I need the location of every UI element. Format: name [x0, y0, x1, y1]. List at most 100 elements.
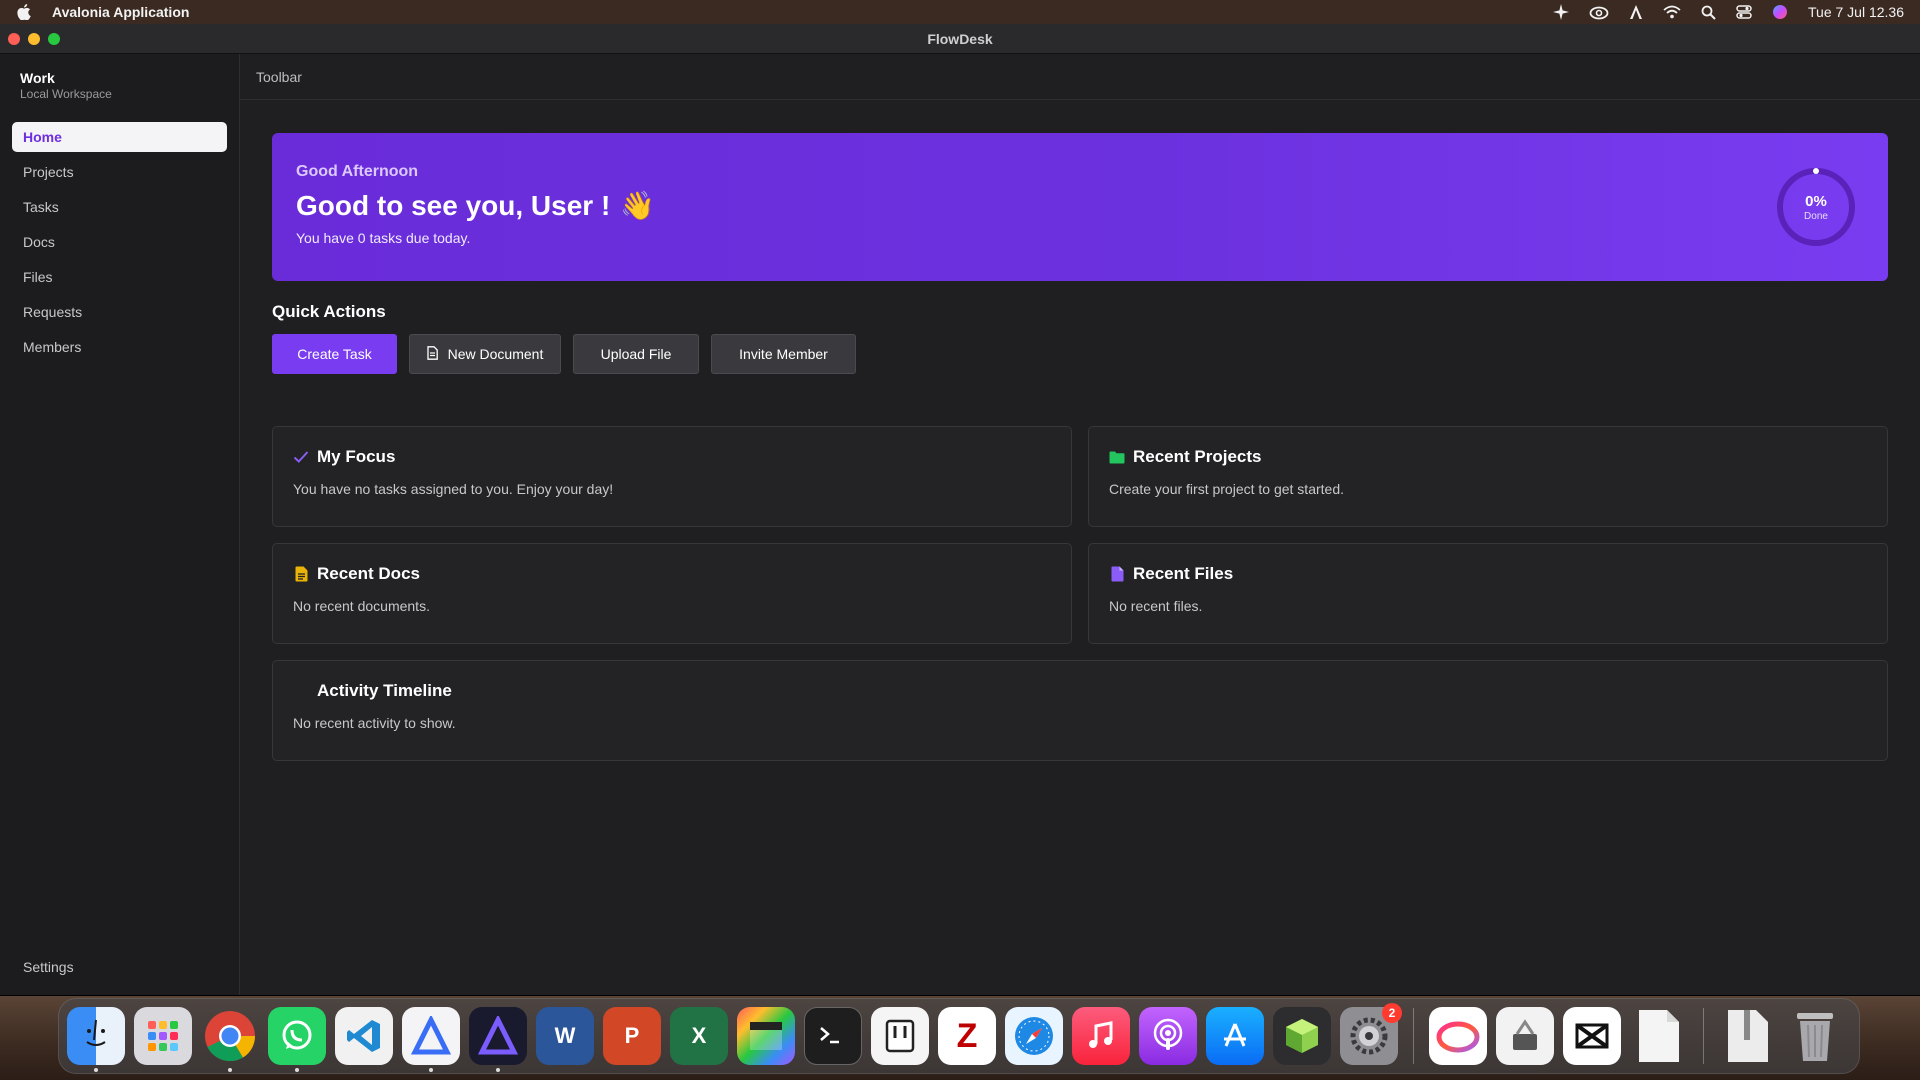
activity-timeline-title: Activity Timeline: [317, 681, 452, 700]
chrome-icon[interactable]: [201, 1007, 259, 1072]
word-icon[interactable]: W: [536, 1007, 594, 1065]
3d-box-icon[interactable]: [1273, 1007, 1331, 1065]
running-indicator: [496, 1068, 500, 1072]
my-focus-title: My Focus: [317, 447, 396, 466]
recent-files-text: No recent files.: [1109, 598, 1203, 614]
sidebar: Work Local Workspace Home Projects Tasks…: [0, 54, 240, 995]
sidebar-item-members[interactable]: Members: [12, 332, 227, 362]
filezilla-icon[interactable]: Z: [938, 1007, 996, 1065]
finder-icon[interactable]: [67, 1007, 125, 1072]
search-icon[interactable]: [1701, 5, 1716, 20]
document-icon: [426, 345, 438, 363]
running-indicator: [228, 1068, 232, 1072]
progress-ring: 0% Done: [1776, 167, 1856, 247]
podcasts-icon[interactable]: [1139, 1007, 1197, 1065]
workspace-subtitle: Local Workspace: [20, 87, 112, 101]
music-icon[interactable]: [1072, 1007, 1130, 1065]
capcut-icon[interactable]: [1563, 1007, 1621, 1065]
running-indicator: [94, 1068, 98, 1072]
menu-bar-clock[interactable]: Tue 7 Jul 12.36: [1808, 4, 1904, 20]
terminal-icon[interactable]: [804, 1007, 862, 1065]
affinity-photo-icon[interactable]: [469, 1007, 527, 1072]
window-controls: [8, 33, 60, 45]
welcome-headline: Good to see you, User ! 👋: [296, 189, 1864, 222]
affinity-designer-icon[interactable]: [402, 1007, 460, 1072]
welcome-headline-text: Good to see you, User !: [296, 189, 611, 221]
window-title: FlowDesk: [927, 30, 993, 47]
create-task-button[interactable]: Create Task: [272, 334, 397, 374]
notion-icon[interactable]: [871, 1007, 929, 1065]
excel-icon[interactable]: X: [670, 1007, 728, 1065]
sidebar-item-home[interactable]: Home: [12, 122, 227, 152]
toolbar-label: Toolbar: [256, 68, 302, 85]
apple-menu-icon[interactable]: [16, 4, 32, 20]
recent-projects-text: Create your first project to get started…: [1109, 481, 1344, 497]
dock-separator: [1413, 1008, 1414, 1064]
app-store-icon[interactable]: [1206, 1007, 1264, 1065]
minimize-window-button[interactable]: [28, 33, 40, 45]
sidebar-item-projects[interactable]: Projects: [12, 157, 227, 187]
tasks-due-text: You have 0 tasks due today.: [296, 230, 471, 246]
my-focus-card: My Focus You have no tasks assigned to y…: [272, 426, 1072, 527]
creative-cloud-icon[interactable]: [1589, 4, 1609, 20]
workspace-name: Work: [20, 70, 55, 86]
dock: W P X Z 2: [58, 998, 1860, 1074]
running-indicator: [295, 1068, 299, 1072]
invite-member-label: Invite Member: [739, 346, 828, 362]
sidebar-item-settings[interactable]: Settings: [23, 959, 74, 975]
recent-projects-card: Recent Projects Create your first projec…: [1088, 426, 1888, 527]
app-menu-name[interactable]: Avalonia Application: [52, 4, 189, 20]
sidebar-item-requests[interactable]: Requests: [12, 297, 227, 327]
new-document-label: New Document: [447, 346, 544, 362]
final-cut-icon[interactable]: [737, 1007, 795, 1065]
text-cursor-icon[interactable]: [1629, 4, 1643, 20]
greeting-text: Good Afternoon: [296, 163, 419, 180]
powerpoint-icon[interactable]: P: [603, 1007, 661, 1065]
main-content: Toolbar Good Afternoon Good to see you, …: [240, 54, 1920, 995]
whatsapp-icon[interactable]: [268, 1007, 326, 1072]
sidebar-item-tasks[interactable]: Tasks: [12, 192, 227, 222]
sidebar-item-files[interactable]: Files: [12, 262, 227, 292]
menu-bar: Avalonia Application Tue 7 Jul 12.36: [0, 0, 1920, 24]
toolbar: Toolbar: [240, 54, 1920, 100]
recent-docs-card: Recent Docs No recent documents.: [272, 543, 1072, 644]
siri-icon[interactable]: [1772, 4, 1788, 20]
timeline-icon: [293, 683, 309, 699]
upload-file-button[interactable]: Upload File: [573, 334, 699, 374]
system-settings-icon[interactable]: 2: [1340, 1003, 1402, 1065]
dashboard-cards: My Focus You have no tasks assigned to y…: [272, 426, 1888, 761]
create-task-label: Create Task: [297, 346, 372, 362]
my-focus-text: You have no tasks assigned to you. Enjoy…: [293, 481, 614, 497]
doc-icon: [293, 566, 309, 582]
notification-badge: 2: [1382, 1003, 1402, 1023]
zip-archive-icon[interactable]: [1719, 1007, 1777, 1065]
upload-file-label: Upload File: [600, 346, 672, 362]
trash-icon[interactable]: [1786, 1007, 1844, 1065]
sidebar-nav: Home Projects Tasks Docs Files Requests …: [0, 122, 239, 362]
recent-files-card: Recent Files No recent files.: [1088, 543, 1888, 644]
zoom-window-button[interactable]: [48, 33, 60, 45]
wifi-icon[interactable]: [1663, 5, 1681, 19]
sidebar-item-docs[interactable]: Docs: [12, 227, 227, 257]
launchpad-icon[interactable]: [134, 1007, 192, 1065]
invite-member-button[interactable]: Invite Member: [711, 334, 856, 374]
workspace-switcher[interactable]: Work Local Workspace: [0, 54, 239, 122]
vscode-icon[interactable]: [335, 1007, 393, 1065]
window-titlebar[interactable]: FlowDesk: [0, 24, 1920, 54]
welcome-banner: Good Afternoon Good to see you, User ! 👋…: [272, 133, 1888, 281]
close-window-button[interactable]: [8, 33, 20, 45]
control-center-icon[interactable]: [1736, 5, 1752, 19]
archive-utility-icon[interactable]: [1496, 1007, 1554, 1065]
activity-timeline-card: Activity Timeline No recent activity to …: [272, 660, 1888, 761]
recent-docs-title: Recent Docs: [317, 564, 420, 583]
document-file-icon[interactable]: [1630, 1007, 1688, 1065]
creative-cloud-icon[interactable]: [1429, 1007, 1487, 1065]
new-document-button[interactable]: New Document: [409, 334, 561, 374]
sparkle-icon[interactable]: [1553, 4, 1569, 20]
dashboard: Good Afternoon Good to see you, User ! 👋…: [272, 133, 1888, 761]
safari-icon[interactable]: [1005, 1007, 1063, 1065]
progress-label: Done: [1804, 210, 1828, 222]
recent-files-title: Recent Files: [1133, 564, 1234, 583]
checkmark-icon: [293, 449, 309, 465]
dock-separator: [1703, 1008, 1704, 1064]
